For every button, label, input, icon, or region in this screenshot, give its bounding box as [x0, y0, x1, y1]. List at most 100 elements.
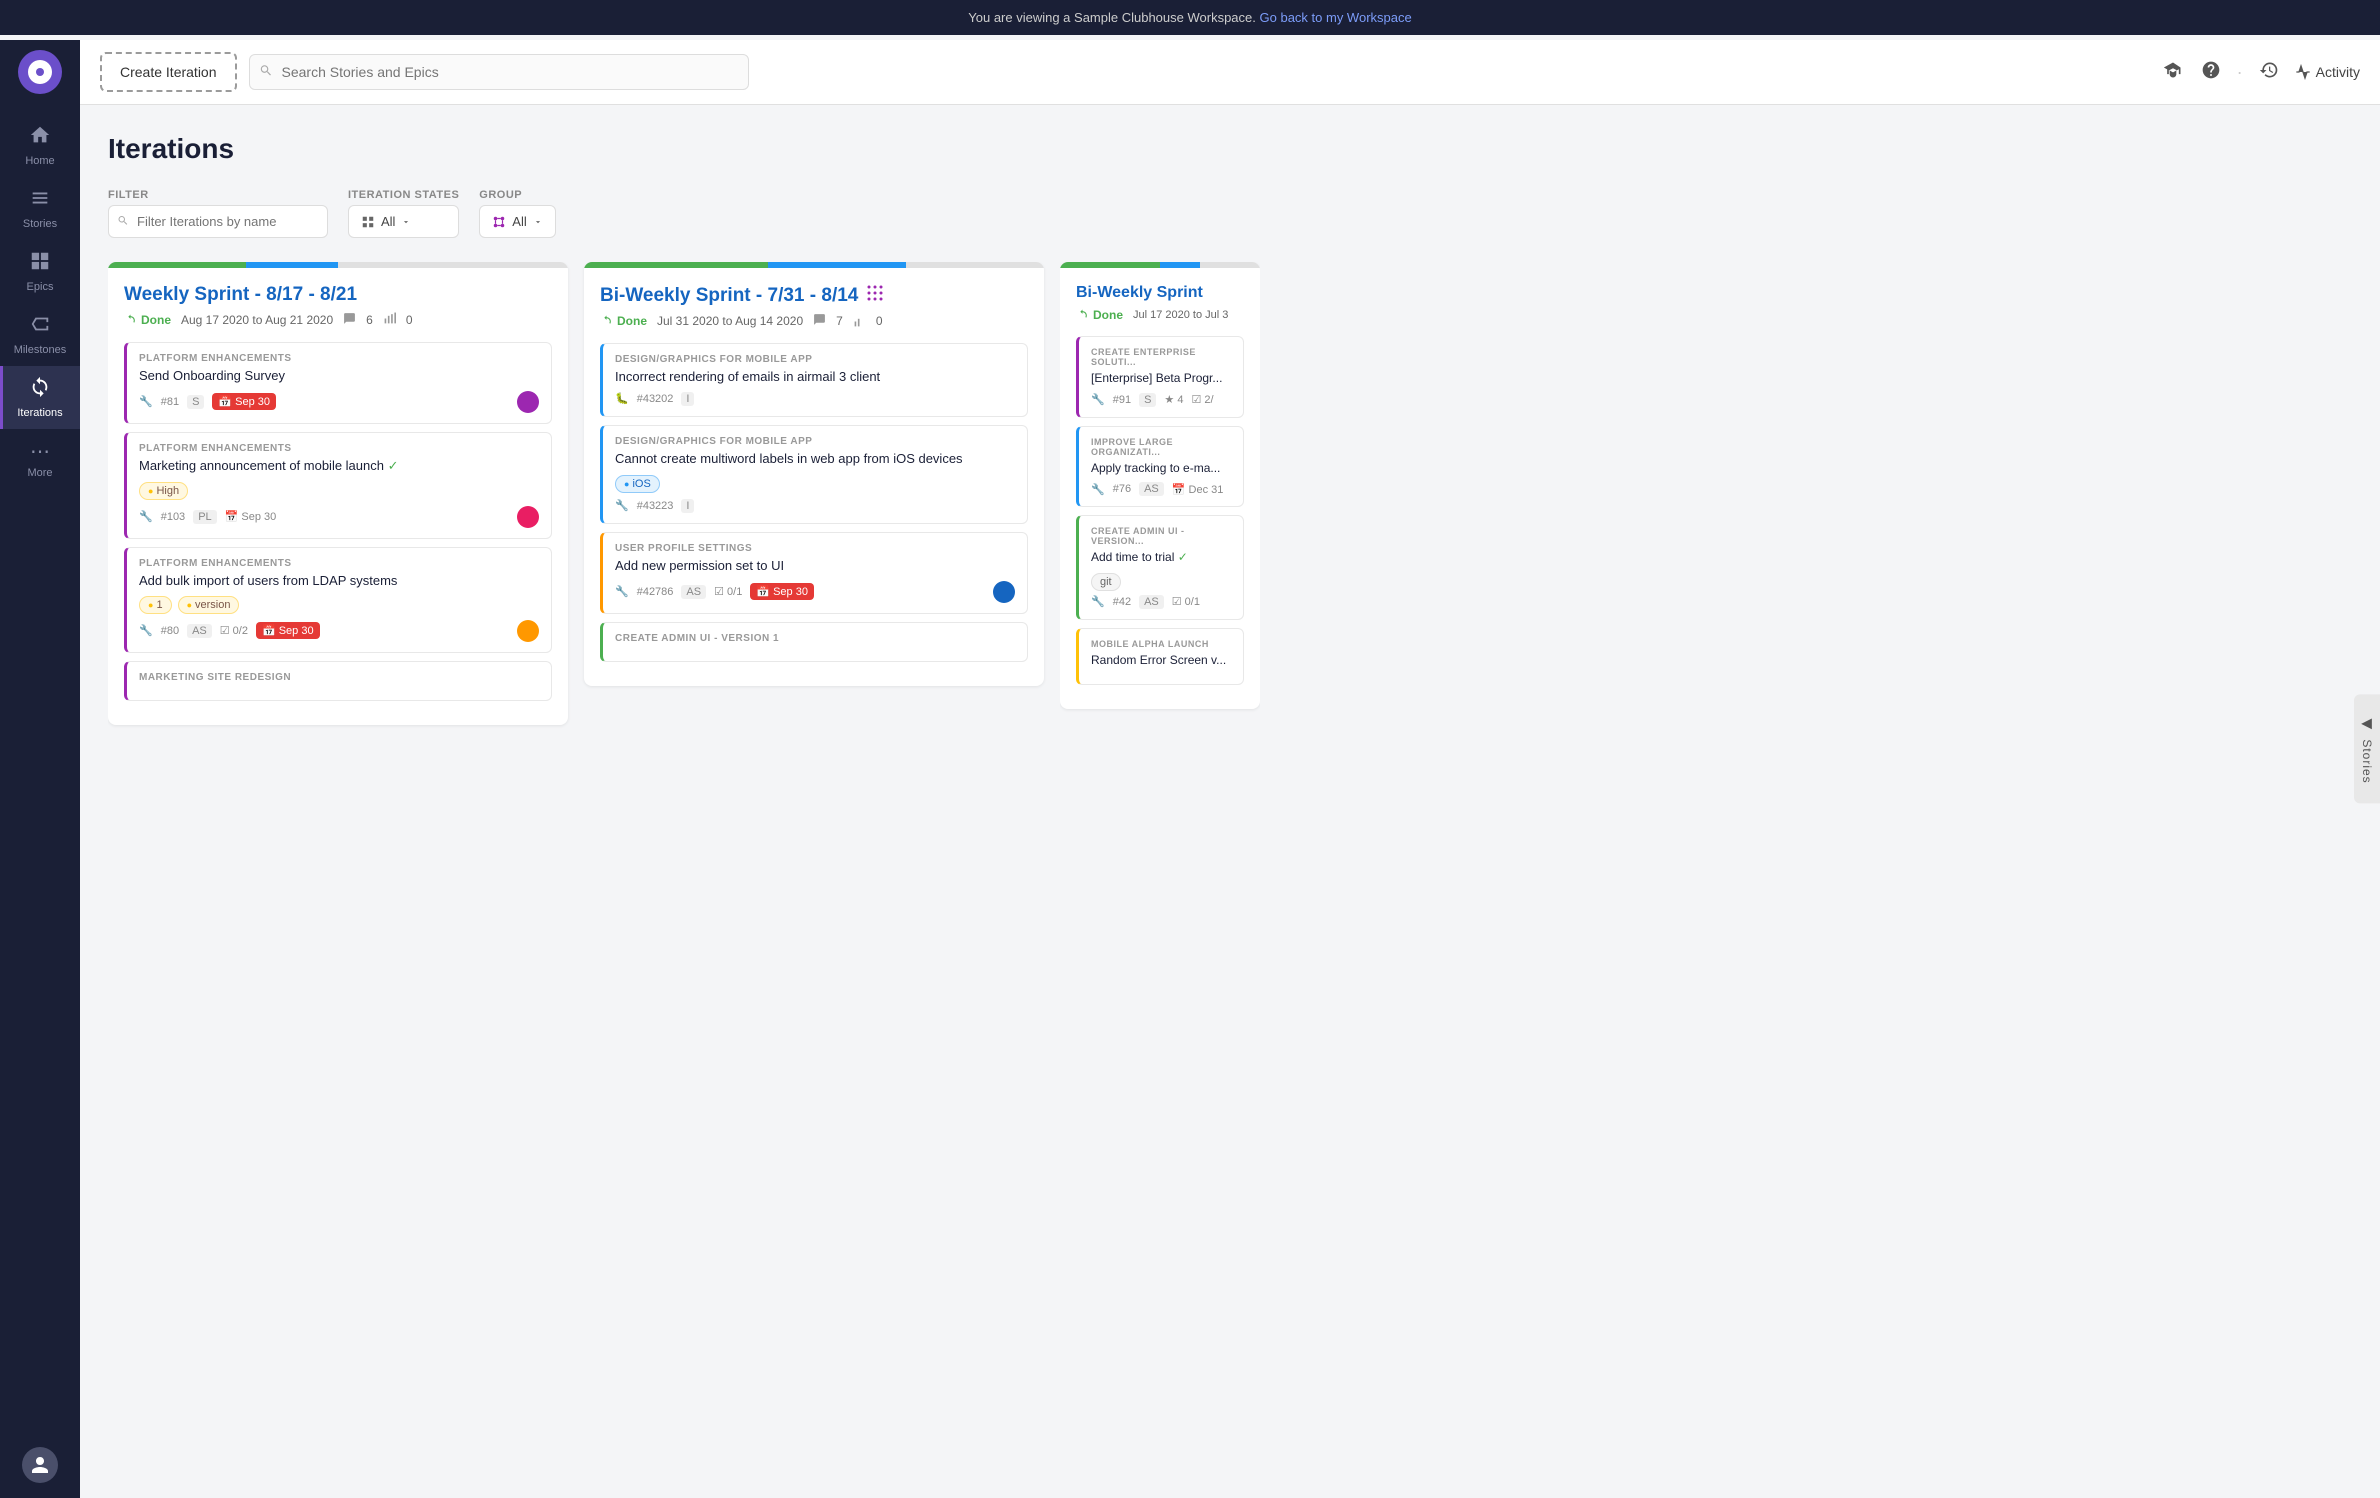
story-id-s11: #42: [1113, 596, 1131, 608]
story-title-s12[interactable]: Random Error Screen v...: [1091, 653, 1231, 669]
story-card-s8: CREATE ADMIN UI - VERSION 1: [600, 622, 1028, 662]
more-icon: ⋯: [30, 439, 50, 464]
priority-tag-s2: High: [139, 482, 188, 500]
bar2-green: [584, 262, 768, 268]
story-section-s4: MARKETING SITE REDESIGN: [139, 672, 539, 683]
status-done-3: Done: [1076, 308, 1123, 322]
story-type-s7: AS: [681, 585, 706, 599]
story-footer-s10: 🔧 #76 AS 📅 Dec 31: [1091, 482, 1231, 496]
story-section-s8: CREATE ADMIN UI - VERSION 1: [615, 633, 1015, 644]
story-footer-s2: 🔧 #103 PL 📅 Sep 30: [139, 506, 539, 528]
story-count-icon-2: [813, 313, 826, 329]
story-date-s1: 📅 Sep 30: [212, 393, 276, 410]
filter-group: FILTER: [108, 189, 328, 238]
story-card-s11: CREATE ADMIN UI - VERSION... Add time to…: [1076, 515, 1244, 620]
feature-icon-s6: 🔧: [615, 499, 629, 512]
wrench-icon-s2: 🔧: [139, 510, 153, 523]
banner-text: You are viewing a Sample Clubhouse Works…: [968, 10, 1256, 25]
logo-icon: [28, 60, 52, 84]
iteration-title-2[interactable]: Bi-Weekly Sprint - 7/31 - 8/14: [600, 284, 1028, 307]
group-dropdown[interactable]: All: [479, 205, 555, 238]
school-icon-button[interactable]: [2161, 58, 2185, 87]
story-title-s9[interactable]: [Enterprise] Beta Progr...: [1091, 371, 1231, 387]
story-title-s3[interactable]: Add bulk import of users from LDAP syste…: [139, 573, 539, 590]
search-input[interactable]: [249, 54, 749, 90]
iterations-page: Iterations FILTER ITERATION STATES: [80, 105, 2380, 1498]
filter-label: FILTER: [108, 189, 328, 201]
sidebar-item-milestones[interactable]: Milestones: [0, 303, 80, 366]
iteration-states-value: All: [381, 214, 395, 229]
header-actions: · Activity: [2161, 58, 2360, 87]
sidebar-item-epics[interactable]: Epics: [0, 240, 80, 303]
story-date-plain-s2: 📅 Sep 30: [225, 510, 277, 523]
stories-side-toggle[interactable]: ◀ Stories: [2354, 694, 2380, 803]
story-title-s11[interactable]: Add time to trial ✓: [1091, 550, 1231, 566]
story-footer-s9: 🔧 #91 S ★ 4 ☑ 2/: [1091, 393, 1231, 407]
sidebar-label-milestones: Milestones: [14, 344, 67, 356]
sidebar-item-home[interactable]: Home: [0, 114, 80, 177]
story-card-s3: PLATFORM ENHANCEMENTS Add bulk import of…: [124, 547, 552, 653]
iteration-column-1: Weekly Sprint - 8/17 - 8/21 Done Aug 17 …: [108, 262, 568, 725]
iteration-card-1: Weekly Sprint - 8/17 - 8/21 Done Aug 17 …: [108, 262, 568, 725]
story-title-s1[interactable]: Send Onboarding Survey: [139, 368, 539, 385]
history-icon-button[interactable]: [2257, 58, 2281, 87]
iteration-card-2: Bi-Weekly Sprint - 7/31 - 8/14 Done: [584, 262, 1044, 686]
story-title-s2[interactable]: Marketing announcement of mobile launch …: [139, 458, 539, 475]
date-range-3: Jul 17 2020 to Jul 3: [1133, 309, 1228, 321]
story-card-s4: MARKETING SITE REDESIGN: [124, 661, 552, 701]
iteration-card-3-body: Bi-Weekly Sprint Done Jul 17 2020 to Jul…: [1060, 268, 1260, 709]
group-value: All: [512, 214, 526, 229]
story-type-s3: AS: [187, 624, 212, 638]
iteration-bar-1: [108, 262, 568, 268]
story-title-s5[interactable]: Incorrect rendering of emails in airmail…: [615, 369, 1015, 386]
git-tag-s11: git: [1091, 573, 1121, 591]
story-title-s7[interactable]: Add new permission set to UI: [615, 558, 1015, 575]
story-avatar-s7: [993, 581, 1015, 603]
epics-icon: [29, 250, 51, 278]
points-1: 0: [406, 313, 413, 327]
story-section-s2: PLATFORM ENHANCEMENTS: [139, 443, 539, 454]
sidebar-item-more[interactable]: ⋯ More: [0, 429, 80, 489]
iteration-column-3: Bi-Weekly Sprint Done Jul 17 2020 to Jul…: [1060, 262, 1260, 725]
story-title-s6[interactable]: Cannot create multiword labels in web ap…: [615, 451, 1015, 468]
sidebar-bottom: [22, 1447, 58, 1498]
banner-link[interactable]: Go back to my Workspace: [1260, 10, 1412, 25]
sidebar-logo[interactable]: [18, 50, 62, 94]
story-id-s3: #80: [161, 625, 179, 637]
separator: ·: [2237, 62, 2243, 83]
iteration-title-1[interactable]: Weekly Sprint - 8/17 - 8/21: [124, 284, 552, 306]
stories-icon: [29, 187, 51, 215]
checks-s3: ☑ 0/2: [220, 624, 248, 637]
filter-input-wrapper: [108, 205, 328, 238]
sidebar-label-home: Home: [25, 155, 54, 167]
sidebar: Home Stories Epics Milestones Iterations: [0, 40, 80, 1498]
story-footer-s3: 🔧 #80 AS ☑ 0/2 📅 Sep 30: [139, 620, 539, 642]
sidebar-label-more: More: [27, 467, 52, 479]
story-card-s5: DESIGN/GRAPHICS FOR MOBILE APP Incorrect…: [600, 343, 1028, 417]
story-footer-s11: 🔧 #42 AS ☑ 0/1: [1091, 595, 1231, 609]
story-type-s11: AS: [1139, 595, 1164, 609]
sidebar-label-iterations: Iterations: [17, 407, 62, 419]
user-avatar[interactable]: [22, 1447, 58, 1483]
story-avatar-s1: [517, 391, 539, 413]
activity-button[interactable]: Activity: [2295, 64, 2360, 80]
toggle-label: Stories: [2360, 739, 2374, 783]
iteration-title-3[interactable]: Bi-Weekly Sprint: [1076, 284, 1244, 302]
points-2: 0: [876, 314, 883, 328]
icon-s11: 🔧: [1091, 595, 1105, 608]
story-section-s6: DESIGN/GRAPHICS FOR MOBILE APP: [615, 436, 1015, 447]
help-icon-button[interactable]: [2199, 58, 2223, 87]
story-type-s5: I: [681, 392, 694, 406]
create-iteration-button[interactable]: Create Iteration: [100, 52, 237, 92]
story-footer-s7: 🔧 #42786 AS ☑ 0/1 📅 Sep 30: [615, 581, 1015, 603]
group-label: GROUP: [479, 189, 555, 201]
story-avatar-s2: [517, 506, 539, 528]
iteration-states-dropdown[interactable]: All: [348, 205, 459, 238]
cards-grid: Weekly Sprint - 8/17 - 8/21 Done Aug 17 …: [108, 262, 2352, 735]
sidebar-item-iterations[interactable]: Iterations: [0, 366, 80, 429]
sidebar-item-stories[interactable]: Stories: [0, 177, 80, 240]
story-title-s10[interactable]: Apply tracking to e-ma...: [1091, 461, 1231, 477]
story-count-icon-1: [343, 312, 356, 328]
checks-s11: ☑ 0/1: [1172, 595, 1200, 608]
filter-iterations-input[interactable]: [108, 205, 328, 238]
